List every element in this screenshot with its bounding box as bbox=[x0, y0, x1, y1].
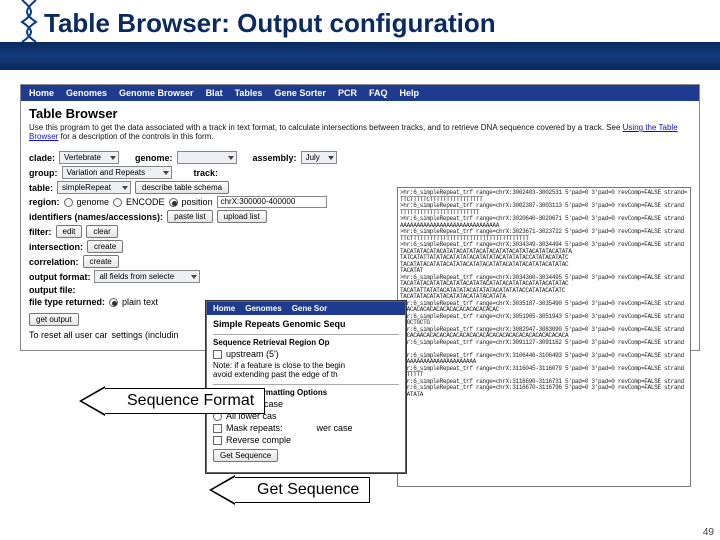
describe-schema-button[interactable]: describe table schema bbox=[135, 181, 229, 194]
position-input[interactable]: chrX:300000-400000 bbox=[217, 196, 327, 208]
nav-pcr[interactable]: PCR bbox=[338, 88, 357, 98]
file-type-label: file type returned: bbox=[29, 297, 105, 307]
fasta-output-panel: >hr:6_simpleRepeat_trf range=chrX:300240… bbox=[397, 187, 691, 487]
clade-select[interactable]: Vertebrate bbox=[59, 151, 119, 164]
page-title: Table Browser bbox=[21, 101, 699, 121]
page-description: Use this program to get the data associa… bbox=[21, 121, 699, 147]
filter-label: filter: bbox=[29, 227, 52, 237]
popup-nav-genomes[interactable]: Genomes bbox=[245, 304, 281, 313]
upstream-checkbox[interactable] bbox=[213, 350, 222, 359]
region-options-header: Sequence Retrieval Region Op bbox=[213, 334, 399, 347]
callout-get-sequence: Get Sequence bbox=[232, 477, 370, 503]
popup-nav-gene-sorter[interactable]: Gene Sor bbox=[292, 304, 328, 313]
paste-list-button[interactable]: paste list bbox=[167, 210, 213, 223]
file-type-plain-radio[interactable] bbox=[109, 298, 118, 307]
popup-nav-home[interactable]: Home bbox=[213, 304, 235, 313]
mask-repeats-label: Mask repeats: bbox=[226, 423, 283, 433]
popup-title: Simple Repeats Genomic Sequ bbox=[213, 319, 399, 329]
table-browser-window: Home Genomes Genome Browser Blat Tables … bbox=[20, 84, 700, 351]
correlation-label: correlation: bbox=[29, 257, 79, 267]
filter-clear-button[interactable]: clear bbox=[86, 225, 117, 238]
popup-hint-2: avoid extending past the edge of th bbox=[213, 370, 399, 379]
callout-sequence-format: Sequence Format bbox=[102, 388, 265, 414]
region-genome-radio[interactable] bbox=[64, 198, 73, 207]
mask-repeats-sublabel: wer case bbox=[317, 423, 353, 433]
intersection-label: intersection: bbox=[29, 242, 83, 252]
assembly-label: assembly: bbox=[253, 153, 297, 163]
assembly-select[interactable]: July bbox=[301, 151, 337, 164]
table-select[interactable]: simpleRepeat bbox=[57, 181, 131, 194]
clade-label: clade: bbox=[29, 153, 55, 163]
region-position-radio[interactable] bbox=[169, 198, 178, 207]
nav-gene-sorter[interactable]: Gene Sorter bbox=[274, 88, 326, 98]
output-format-select[interactable]: all fields from selecte bbox=[94, 270, 200, 283]
intersection-create-button[interactable]: create bbox=[87, 240, 123, 253]
genome-label: genome: bbox=[135, 153, 173, 163]
region-genome-text: genome bbox=[77, 197, 110, 207]
nav-tables[interactable]: Tables bbox=[235, 88, 263, 98]
region-label: region: bbox=[29, 197, 60, 207]
identifiers-label: identifiers (names/accessions): bbox=[29, 212, 163, 222]
get-output-button[interactable]: get output bbox=[29, 313, 79, 326]
form-area: clade: Vertebrate genome: assembly: July… bbox=[21, 147, 699, 350]
reset-note-paren: settings (includin bbox=[112, 330, 179, 340]
slide-number: 49 bbox=[703, 527, 714, 538]
mask-repeats-checkbox[interactable] bbox=[213, 424, 222, 433]
nav-faq[interactable]: FAQ bbox=[369, 88, 388, 98]
rev-comp-checkbox[interactable] bbox=[213, 436, 222, 445]
slide-title: Table Browser: Output configuration bbox=[44, 8, 496, 39]
genome-select[interactable] bbox=[177, 151, 237, 164]
upstream-label: upstream (5') bbox=[226, 349, 279, 359]
nav-home[interactable]: Home bbox=[29, 88, 54, 98]
nav-genomes[interactable]: Genomes bbox=[66, 88, 107, 98]
rev-comp-label: Reverse comple bbox=[226, 435, 291, 445]
sequence-options-popup: Home Genomes Gene Sor Simple Repeats Gen… bbox=[206, 301, 406, 473]
nav-blat[interactable]: Blat bbox=[206, 88, 223, 98]
nav-help[interactable]: Help bbox=[399, 88, 419, 98]
upload-list-button[interactable]: upload list bbox=[217, 210, 267, 223]
desc-suffix: for a description of the controls in thi… bbox=[61, 132, 214, 141]
desc-prefix: Use this program to get the data associa… bbox=[29, 123, 623, 132]
reset-note: To reset all user car bbox=[29, 330, 108, 340]
region-encode-text: ENCODE bbox=[126, 197, 165, 207]
group-label: group: bbox=[29, 168, 58, 178]
popup-hint-1: Note: if a feature is close to the begin bbox=[213, 361, 399, 370]
get-sequence-button[interactable]: Get Sequence bbox=[213, 449, 278, 462]
region-encode-radio[interactable] bbox=[113, 198, 122, 207]
title-band bbox=[0, 42, 720, 70]
filter-edit-button[interactable]: edit bbox=[56, 225, 83, 238]
file-type-plain-text: plain text bbox=[122, 297, 158, 307]
region-position-text: position bbox=[182, 197, 213, 207]
nav-genome-browser[interactable]: Genome Browser bbox=[119, 88, 194, 98]
dna-helix-icon bbox=[20, 0, 38, 42]
slide-header: Table Browser: Output configuration bbox=[0, 0, 720, 80]
track-label: track: bbox=[194, 168, 219, 178]
popup-nav: Home Genomes Gene Sor bbox=[207, 302, 405, 315]
table-label: table: bbox=[29, 183, 53, 193]
main-nav: Home Genomes Genome Browser Blat Tables … bbox=[21, 85, 699, 101]
correlation-create-button[interactable]: create bbox=[83, 255, 119, 268]
group-select[interactable]: Variation and Repeats bbox=[62, 166, 172, 179]
output-file-label: output file: bbox=[29, 285, 76, 295]
output-format-label: output format: bbox=[29, 272, 90, 282]
